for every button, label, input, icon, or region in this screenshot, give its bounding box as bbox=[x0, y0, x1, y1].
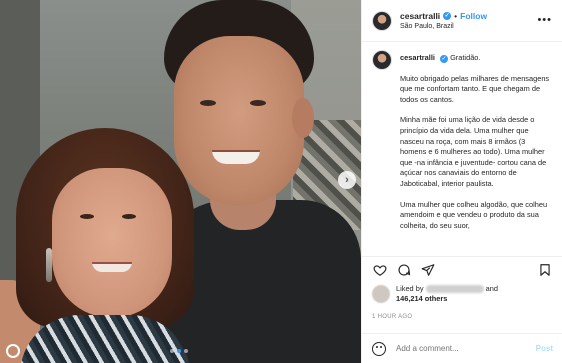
caption-text: cesartralli ✓ Gratidão. Muito obrigado p… bbox=[400, 50, 553, 231]
carousel-dot-active bbox=[177, 349, 181, 353]
emoji-icon[interactable] bbox=[372, 341, 386, 356]
send-icon bbox=[421, 263, 435, 276]
photo-woman-face bbox=[52, 168, 172, 318]
bookmark-icon bbox=[540, 263, 550, 276]
photo-man-face bbox=[174, 36, 304, 206]
carousel-dots bbox=[170, 349, 188, 353]
location-link[interactable]: São Paulo, Brazil bbox=[400, 23, 487, 30]
post-side-panel: cesartralli ✓ • Follow São Paulo, Brazil… bbox=[361, 0, 562, 363]
caption-area: cesartralli ✓ Gratidão. Muito obrigado p… bbox=[362, 42, 562, 256]
liked-by-label: Liked by bbox=[396, 284, 424, 293]
photo-woman-smile bbox=[92, 262, 132, 272]
heart-icon bbox=[373, 264, 387, 276]
save-button[interactable] bbox=[537, 262, 553, 278]
share-button[interactable] bbox=[420, 262, 436, 278]
carousel-next-button[interactable]: › bbox=[338, 171, 356, 189]
photo-woman-eye bbox=[80, 214, 94, 219]
header-username[interactable]: cesartralli bbox=[400, 11, 440, 21]
likes-text: Liked by and 146,214 others bbox=[396, 284, 498, 304]
photo-man-ear bbox=[292, 98, 314, 138]
liker-avatar[interactable] bbox=[372, 285, 390, 303]
comment-input[interactable] bbox=[396, 344, 516, 353]
comment-bar: Post bbox=[362, 333, 562, 363]
caption-title: Gratidão. bbox=[450, 53, 481, 62]
follow-button[interactable]: Follow bbox=[460, 11, 487, 21]
caption-username[interactable]: cesartralli bbox=[400, 53, 435, 62]
caption-paragraph: Muito obrigado pelas milhares de mensage… bbox=[400, 73, 550, 104]
post-header: cesartralli ✓ • Follow São Paulo, Brazil… bbox=[362, 0, 562, 42]
actions-bar bbox=[362, 256, 562, 282]
verified-badge-icon: ✓ bbox=[443, 12, 452, 20]
more-horizontal-icon[interactable]: ••• bbox=[537, 14, 552, 26]
photo-woman-earring bbox=[46, 248, 52, 282]
caption-paragraph: Uma mulher que colheu algodão, que colhe… bbox=[400, 199, 548, 230]
photo-man-smile bbox=[212, 150, 260, 164]
like-button[interactable] bbox=[372, 262, 388, 278]
carousel-dot bbox=[170, 349, 174, 353]
verified-badge-icon: ✓ bbox=[440, 55, 448, 63]
comment-icon bbox=[398, 263, 411, 276]
liker-name-blurred[interactable] bbox=[425, 285, 484, 294]
header-info: cesartralli ✓ • Follow São Paulo, Brazil bbox=[400, 11, 487, 30]
post-comment-button[interactable]: Post bbox=[536, 344, 553, 353]
carousel-dot bbox=[184, 349, 188, 353]
photo-woman-eye bbox=[122, 214, 136, 219]
photo-man-eye bbox=[250, 100, 266, 106]
user-tag-icon[interactable] bbox=[6, 344, 20, 358]
photo-man-eye bbox=[200, 100, 216, 106]
likes-summary: Liked by and 146,214 others bbox=[372, 284, 498, 304]
chevron-right-icon: › bbox=[345, 174, 349, 186]
caption-paragraph: Minha mãe foi uma lição de vida desde o … bbox=[400, 115, 547, 188]
comment-button[interactable] bbox=[396, 262, 412, 278]
caption-avatar[interactable] bbox=[372, 50, 392, 70]
post-timestamp[interactable]: 1 HOUR AGO bbox=[372, 314, 412, 320]
avatar[interactable] bbox=[372, 10, 392, 31]
post-photo[interactable]: › bbox=[0, 0, 361, 363]
likes-and-label: and bbox=[485, 284, 498, 293]
header-separator: • bbox=[454, 11, 458, 21]
likes-count[interactable]: 146,214 others bbox=[396, 294, 447, 303]
